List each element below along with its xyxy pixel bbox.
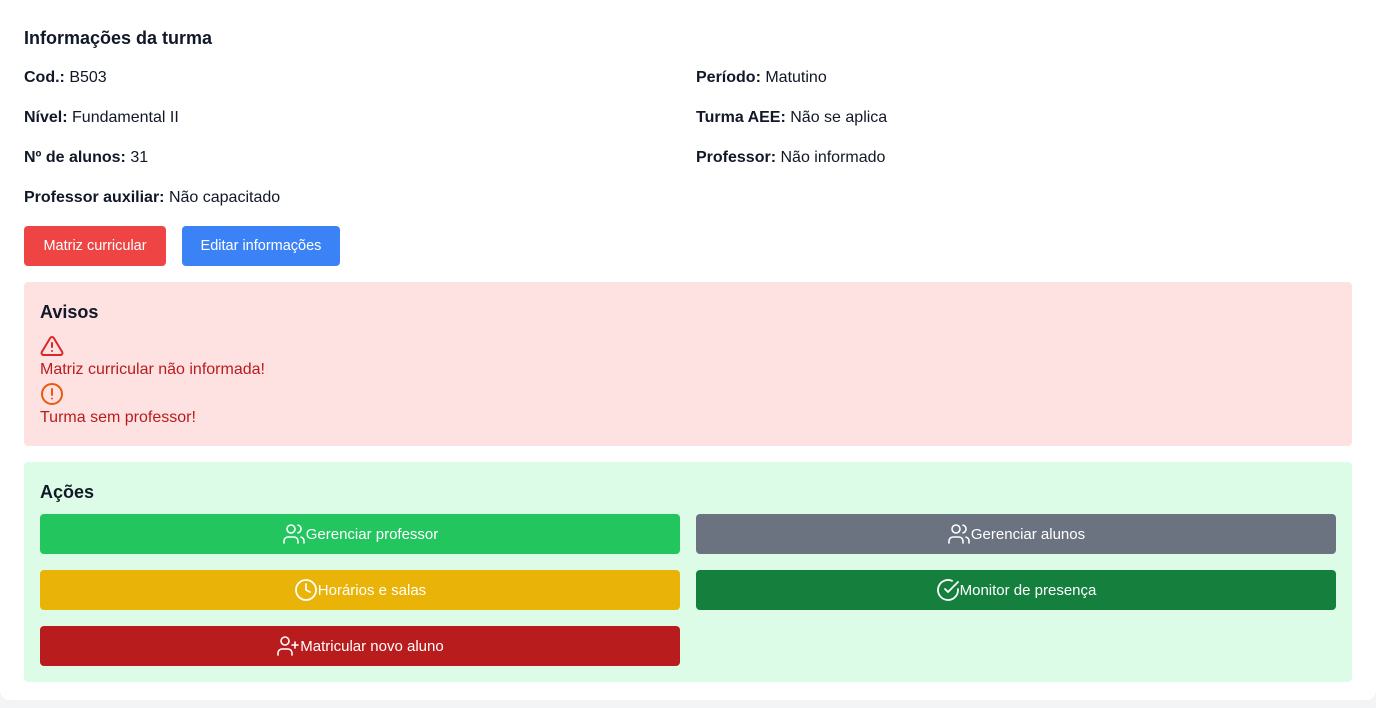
check-circle-icon xyxy=(936,579,959,601)
acoes-panel: Ações Gerenciar professor Gerenciar alun… xyxy=(24,462,1352,682)
users-icon xyxy=(948,524,970,544)
editar-informacoes-button[interactable]: Editar informações xyxy=(182,226,340,266)
field-value: Fundamental II xyxy=(72,109,179,126)
field-label: Nível: xyxy=(24,109,68,126)
matricular-novo-aluno-button[interactable]: Matricular novo aluno xyxy=(40,626,680,666)
field-value: Não capacitado xyxy=(168,189,281,206)
field-label: Turma AEE: xyxy=(696,109,786,126)
page-title: Informações da turma xyxy=(24,28,213,48)
button-label: Gerenciar professor xyxy=(305,525,439,543)
field-num-alunos: Nº de alunos: 31 xyxy=(24,146,696,170)
field-value: Matutino xyxy=(765,69,827,86)
class-info-card: Informações da turma Cod.: B503 Período:… xyxy=(0,0,1376,700)
field-value: Não informado xyxy=(780,149,886,166)
field-label: Cod.: xyxy=(24,69,65,86)
monitor-presenca-button[interactable]: Monitor de presença xyxy=(696,570,1336,610)
button-label: Matricular novo aluno xyxy=(300,637,444,655)
field-value: Não se aplica xyxy=(790,109,888,126)
field-professor-auxiliar: Professor auxiliar: Não capacitado xyxy=(24,186,696,210)
matriz-curricular-button[interactable]: Matriz curricular xyxy=(24,226,166,266)
field-value: B503 xyxy=(69,69,107,86)
info-buttons: Matriz curricular Editar informações xyxy=(24,226,1352,266)
button-label: Horários e salas xyxy=(317,581,427,599)
horarios-salas-button[interactable]: Horários e salas xyxy=(40,570,680,610)
field-value: 31 xyxy=(130,149,149,166)
acoes-title: Ações xyxy=(40,482,95,502)
field-label: Nº de alunos: xyxy=(24,149,126,166)
field-nivel: Nível: Fundamental II xyxy=(24,106,696,130)
field-periodo: Período: Matutino xyxy=(696,66,1352,90)
users-icon xyxy=(282,524,305,544)
avisos-panel: Avisos Matriz curricular não informada! … xyxy=(24,282,1352,446)
button-label: Monitor de presença xyxy=(959,581,1097,599)
field-turma-aee: Turma AEE: Não se aplica xyxy=(696,106,1352,130)
gerenciar-professor-button[interactable]: Gerenciar professor xyxy=(40,514,680,554)
alert-triangle-icon xyxy=(40,335,64,356)
info-grid: Cod.: B503 Período: Matutino Nível: Fund… xyxy=(24,66,1352,210)
gerenciar-alunos-button[interactable]: Gerenciar alunos xyxy=(696,514,1336,554)
avisos-title: Avisos xyxy=(40,302,99,322)
alert-circle-icon xyxy=(41,383,63,405)
aviso-text: Turma sem professor! xyxy=(40,409,196,426)
button-label: Gerenciar alunos xyxy=(970,525,1086,543)
field-label: Professor auxiliar: xyxy=(24,189,165,206)
user-plus-icon xyxy=(277,636,300,656)
field-label: Professor: xyxy=(696,149,777,166)
field-professor: Professor: Não informado xyxy=(696,146,1352,170)
clock-icon xyxy=(294,579,317,601)
aviso-text: Matriz curricular não informada! xyxy=(40,361,265,378)
actions-grid: Gerenciar professor Gerenciar alunos Hor… xyxy=(40,514,1336,666)
field-codigo: Cod.: B503 xyxy=(24,66,696,90)
field-label: Período: xyxy=(696,69,761,86)
